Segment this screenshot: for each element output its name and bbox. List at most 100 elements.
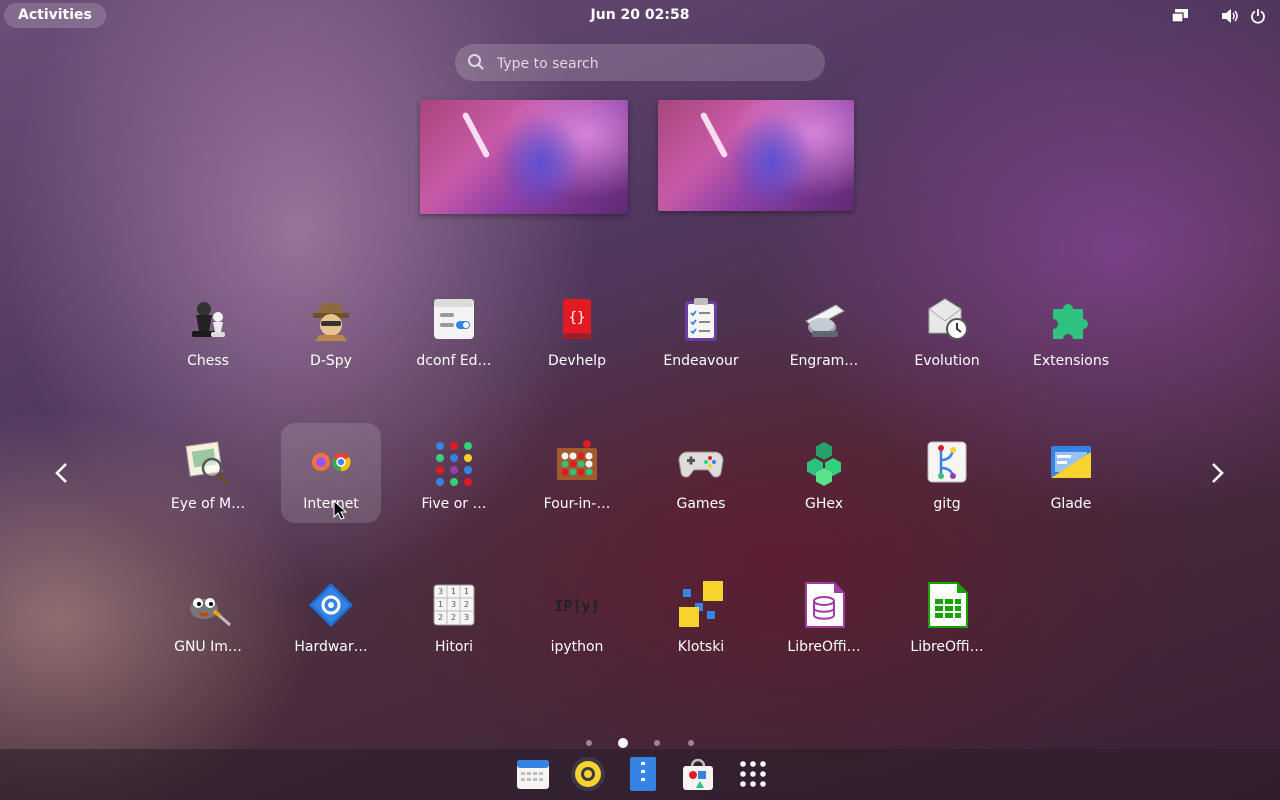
volume-icon[interactable] <box>1220 6 1240 26</box>
app-glade[interactable]: Glade <box>1021 423 1121 523</box>
svg-text:1: 1 <box>464 587 469 596</box>
app-label: ipython <box>550 639 604 655</box>
top-bar: Activities Jun 20 02:58 <box>0 0 1280 32</box>
four-in-a-row-icon <box>553 438 601 486</box>
app-gimp[interactable]: GNU Im… <box>158 566 258 666</box>
app-ghex[interactable]: GHex <box>774 423 874 523</box>
app-ipython[interactable]: IP[y] ipython <box>527 566 627 666</box>
app-four-in-a-row[interactable]: Four-in-… <box>527 423 627 523</box>
extensions-icon <box>1047 295 1095 343</box>
app-internet[interactable]: Internet <box>281 423 381 523</box>
app-evolution[interactable]: Evolution <box>897 280 997 380</box>
app-klotski[interactable]: Klotski <box>651 566 751 666</box>
klotski-icon <box>677 581 725 629</box>
app-label: Hitori <box>434 639 474 655</box>
svg-text:{}: {} <box>569 310 586 326</box>
app-hardware[interactable]: Hardwar… <box>281 566 381 666</box>
app-label: Hardwar… <box>294 639 368 655</box>
app-label: Endeavour <box>663 353 739 369</box>
svg-text:3: 3 <box>438 587 443 596</box>
app-label: Engram… <box>789 353 859 369</box>
workspace-thumbnail-2[interactable] <box>658 100 854 211</box>
hardware-icon <box>307 581 355 629</box>
svg-text:1: 1 <box>451 587 456 596</box>
app-label: LibreOffi… <box>910 639 984 655</box>
app-d-spy[interactable]: D-Spy <box>281 280 381 380</box>
app-label: Five or … <box>421 496 487 512</box>
chess-icon <box>184 295 232 343</box>
devhelp-icon: {} <box>553 295 601 343</box>
page-indicator <box>0 737 1280 749</box>
five-or-more-icon <box>430 438 478 486</box>
engrampa-icon <box>800 295 848 343</box>
app-label: GNU Im… <box>174 639 242 655</box>
next-page-button[interactable] <box>1199 455 1235 491</box>
display-icon[interactable] <box>1170 6 1190 26</box>
ghex-icon <box>800 438 848 486</box>
svg-text:1: 1 <box>438 600 443 609</box>
app-label: Four-in-… <box>543 496 611 512</box>
app-label: Games <box>676 496 726 512</box>
app-label: LibreOffi… <box>787 639 861 655</box>
clock[interactable]: Jun 20 02:58 <box>0 7 1280 23</box>
app-chess[interactable]: Chess <box>158 280 258 380</box>
calendar-icon[interactable] <box>514 755 552 793</box>
app-dconf-editor[interactable]: dconf Ed… <box>404 280 504 380</box>
games-icon <box>677 438 725 486</box>
app-eye-of-mate[interactable]: Eye of M… <box>158 423 258 523</box>
search-box[interactable] <box>455 44 825 83</box>
svg-text:2: 2 <box>464 600 469 609</box>
files-icon[interactable] <box>624 755 662 793</box>
gitg-icon <box>923 438 971 486</box>
workspace-thumbnail-1[interactable] <box>420 100 628 214</box>
page-dot-2[interactable] <box>618 738 628 748</box>
app-libreoffice-base[interactable]: LibreOffi… <box>774 566 874 666</box>
app-label: dconf Ed… <box>416 353 492 369</box>
libreoffice-calc-icon <box>923 581 971 629</box>
app-label: Extensions <box>1032 353 1110 369</box>
app-engrampa[interactable]: Engram… <box>774 280 874 380</box>
mouse-cursor-icon <box>333 500 347 520</box>
app-label: gitg <box>933 496 961 512</box>
app-extensions[interactable]: Extensions <box>1021 280 1121 380</box>
show-apps-icon[interactable] <box>734 755 772 793</box>
chevron-left-icon <box>55 463 67 483</box>
app-devhelp[interactable]: {} Devhelp <box>527 280 627 380</box>
dash-dock <box>0 749 1280 800</box>
svg-text:2: 2 <box>438 613 443 622</box>
svg-text:3: 3 <box>464 613 469 622</box>
page-dot-1[interactable] <box>586 740 592 746</box>
libreoffice-base-icon <box>800 581 848 629</box>
app-label: Glade <box>1050 496 1092 512</box>
gimp-icon <box>184 581 232 629</box>
svg-text:2: 2 <box>451 613 456 622</box>
app-games[interactable]: Games <box>651 423 751 523</box>
app-label: Internet <box>303 496 359 512</box>
app-libreoffice-calc[interactable]: LibreOffi… <box>897 566 997 666</box>
app-label: Evolution <box>914 353 980 369</box>
system-tray[interactable] <box>1162 6 1268 26</box>
app-label: Klotski <box>677 639 725 655</box>
svg-text:3: 3 <box>451 600 456 609</box>
power-icon[interactable] <box>1248 6 1268 26</box>
app-hitori[interactable]: 311132223 Hitori <box>404 566 504 666</box>
search-input[interactable] <box>495 44 809 83</box>
glade-icon <box>1047 438 1095 486</box>
hitori-icon: 311132223 <box>430 581 478 629</box>
page-dot-4[interactable] <box>688 740 694 746</box>
previous-page-button[interactable] <box>44 455 80 491</box>
app-five-or-more[interactable]: Five or … <box>404 423 504 523</box>
chevron-right-icon <box>1212 463 1224 483</box>
eye-of-mate-icon <box>184 438 232 486</box>
evolution-icon <box>923 295 971 343</box>
page-dot-3[interactable] <box>654 740 660 746</box>
rhythmbox-icon[interactable] <box>569 755 607 793</box>
app-endeavour[interactable]: Endeavour <box>651 280 751 380</box>
software-icon[interactable] <box>679 755 717 793</box>
app-gitg[interactable]: gitg <box>897 423 997 523</box>
app-label: Chess <box>187 353 229 369</box>
d-spy-icon <box>307 295 355 343</box>
app-label: D-Spy <box>310 353 352 369</box>
internet-folder-icon <box>307 438 355 486</box>
endeavour-icon <box>677 295 725 343</box>
